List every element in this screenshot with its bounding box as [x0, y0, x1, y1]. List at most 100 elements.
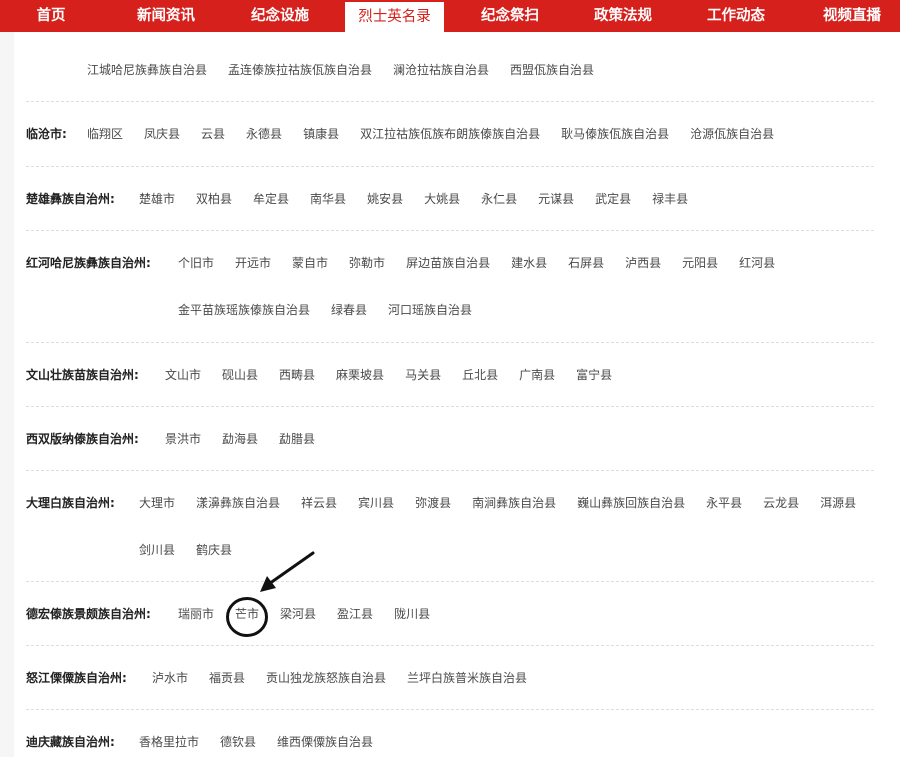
county-row: 大理市 漾濞彝族自治县 祥云县 宾川县 弥渡县 南涧彝族自治县 巍山彝族回族自治…: [139, 495, 877, 511]
county-link[interactable]: 云县: [201, 126, 225, 142]
county-link[interactable]: 禄丰县: [652, 191, 688, 207]
county-link[interactable]: 丘北县: [462, 367, 498, 383]
county-link[interactable]: 屏边苗族自治县: [406, 255, 490, 271]
county-link[interactable]: 贡山独龙族怒族自治县: [266, 670, 386, 686]
county-link[interactable]: 凤庆县: [144, 126, 180, 142]
county-link[interactable]: 大理市: [139, 495, 175, 511]
county-link[interactable]: 香格里拉市: [139, 734, 199, 750]
county-link[interactable]: 永德县: [246, 126, 282, 142]
county-link[interactable]: 祥云县: [301, 495, 337, 511]
county-link[interactable]: 文山市: [165, 367, 201, 383]
county-link[interactable]: 开远市: [235, 255, 271, 271]
county-link[interactable]: 景洪市: [165, 431, 201, 447]
county-link[interactable]: 泸水市: [152, 670, 188, 686]
county-link[interactable]: 广南县: [519, 367, 555, 383]
county-link[interactable]: 大姚县: [424, 191, 460, 207]
county-link[interactable]: 孟连傣族拉祜族佤族自治县: [228, 62, 372, 78]
nav-work-updates[interactable]: 工作动态: [688, 0, 784, 32]
county-link[interactable]: 弥勒市: [349, 255, 385, 271]
county-link[interactable]: 德钦县: [220, 734, 256, 750]
row-divider: [26, 230, 874, 231]
county-link[interactable]: 云龙县: [763, 495, 799, 511]
county-link[interactable]: 武定县: [595, 191, 631, 207]
county-row: 剑川县 鹤庆县: [139, 542, 253, 558]
nav-martyr-list[interactable]: 烈士英名录: [345, 2, 444, 32]
county-link-mangshi[interactable]: 芒市: [235, 606, 259, 622]
county-row: 景洪市 勐海县 勐腊县: [165, 431, 336, 447]
region-label: 怒江傈僳族自治州:: [26, 671, 127, 685]
county-link[interactable]: 洱源县: [820, 495, 856, 511]
county-link[interactable]: 勐腊县: [279, 431, 315, 447]
county-link[interactable]: 金平苗族瑶族傣族自治县: [178, 302, 310, 318]
county-link[interactable]: 永平县: [706, 495, 742, 511]
county-link[interactable]: 泸西县: [625, 255, 661, 271]
county-link[interactable]: 红河县: [739, 255, 775, 271]
county-link[interactable]: 元谋县: [538, 191, 574, 207]
nav-home[interactable]: 首页: [18, 0, 84, 32]
county-link[interactable]: 兰坪白族普米族自治县: [407, 670, 527, 686]
county-link[interactable]: 维西傈僳族自治县: [277, 734, 373, 750]
county-link[interactable]: 西盟佤族自治县: [510, 62, 594, 78]
row-divider: [26, 406, 874, 407]
county-link[interactable]: 砚山县: [222, 367, 258, 383]
county-link[interactable]: 沧源佤族自治县: [690, 126, 774, 142]
region-label: 临沧市:: [26, 127, 67, 141]
county-link[interactable]: 绿春县: [331, 302, 367, 318]
county-link[interactable]: 勐海县: [222, 431, 258, 447]
county-link[interactable]: 石屏县: [568, 255, 604, 271]
county-row: 楚雄市 双柏县 牟定县 南华县 姚安县 大姚县 永仁县 元谋县 武定县 禄丰县: [139, 191, 709, 207]
county-row: 香格里拉市 德钦县 维西傈僳族自治县: [139, 734, 394, 750]
county-link[interactable]: 镇康县: [303, 126, 339, 142]
county-link[interactable]: 南华县: [310, 191, 346, 207]
county-row: 金平苗族瑶族傣族自治县 绿春县 河口瑶族自治县: [178, 302, 493, 318]
row-divider: [26, 101, 874, 102]
county-link[interactable]: 陇川县: [394, 606, 430, 622]
county-link[interactable]: 宾川县: [358, 495, 394, 511]
county-link[interactable]: 双江拉祜族佤族布朗族傣族自治县: [360, 126, 540, 142]
county-link[interactable]: 临翔区: [87, 126, 123, 142]
county-link[interactable]: 盈江县: [337, 606, 373, 622]
nav-memorial-worship[interactable]: 纪念祭扫: [462, 0, 558, 32]
region-label: 红河哈尼族彝族自治州:: [26, 256, 151, 270]
county-link[interactable]: 蒙自市: [292, 255, 328, 271]
county-link[interactable]: 河口瑶族自治县: [388, 302, 472, 318]
nav-live-video[interactable]: 视频直播: [804, 0, 900, 32]
county-row: 泸水市 福贡县 贡山独龙族怒族自治县 兰坪白族普米族自治县: [152, 670, 548, 686]
row-divider: [26, 470, 874, 471]
county-link[interactable]: 鹤庆县: [196, 542, 232, 558]
row-divider: [26, 166, 874, 167]
region-label: 文山壮族苗族自治州:: [26, 368, 139, 382]
region-label: 西双版纳傣族自治州:: [26, 432, 139, 446]
county-link[interactable]: 个旧市: [178, 255, 214, 271]
county-link[interactable]: 漾濞彝族自治县: [196, 495, 280, 511]
county-link[interactable]: 耿马傣族佤族自治县: [561, 126, 669, 142]
county-link[interactable]: 马关县: [405, 367, 441, 383]
nav-memorial-facilities[interactable]: 纪念设施: [232, 0, 328, 32]
county-link[interactable]: 元阳县: [682, 255, 718, 271]
county-link[interactable]: 永仁县: [481, 191, 517, 207]
county-link[interactable]: 楚雄市: [139, 191, 175, 207]
row-divider: [26, 645, 874, 646]
county-link[interactable]: 姚安县: [367, 191, 403, 207]
county-link[interactable]: 弥渡县: [415, 495, 451, 511]
nav-policies[interactable]: 政策法规: [575, 0, 671, 32]
county-link[interactable]: 梁河县: [280, 606, 316, 622]
county-link[interactable]: 瑞丽市: [178, 606, 214, 622]
nav-news[interactable]: 新闻资讯: [118, 0, 214, 32]
county-link[interactable]: 澜沧拉祜族自治县: [393, 62, 489, 78]
county-link[interactable]: 福贡县: [209, 670, 245, 686]
county-link[interactable]: 富宁县: [576, 367, 612, 383]
county-link[interactable]: 麻栗坡县: [336, 367, 384, 383]
county-link[interactable]: 建水县: [511, 255, 547, 271]
county-link[interactable]: 牟定县: [253, 191, 289, 207]
county-link[interactable]: 剑川县: [139, 542, 175, 558]
county-link[interactable]: 江城哈尼族彝族自治县: [87, 62, 207, 78]
county-link[interactable]: 南涧彝族自治县: [472, 495, 556, 511]
county-link[interactable]: 巍山彝族回族自治县: [577, 495, 685, 511]
county-link[interactable]: 双柏县: [196, 191, 232, 207]
county-link[interactable]: 西畴县: [279, 367, 315, 383]
region-label: 楚雄彝族自治州:: [26, 192, 115, 206]
region-label: 德宏傣族景颇族自治州:: [26, 607, 151, 621]
county-row: 个旧市 开远市 蒙自市 弥勒市 屏边苗族自治县 建水县 石屏县 泸西县 元阳县 …: [178, 255, 796, 271]
row-divider: [26, 709, 874, 710]
